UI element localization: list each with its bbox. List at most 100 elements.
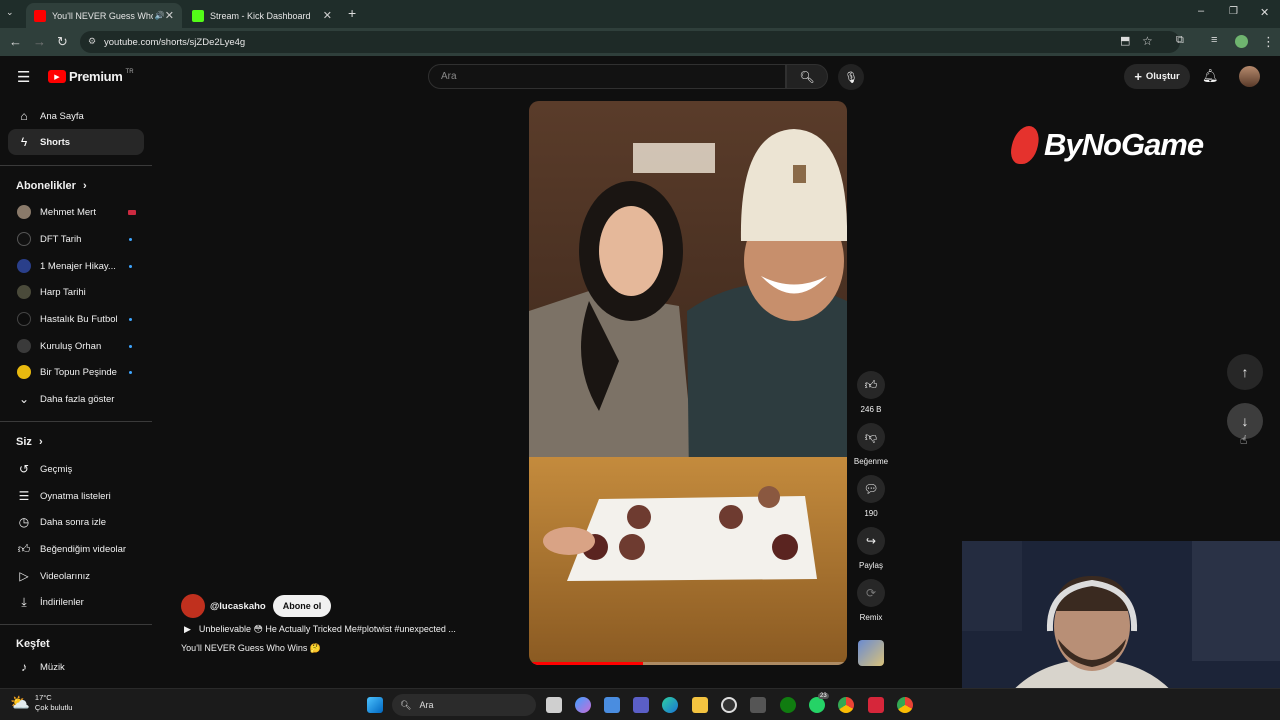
sidebar-item-watch-later[interactable]: ◷ Daha sonra izle (8, 509, 144, 535)
weather-desc: Çok bulutlu (34, 703, 73, 712)
file-explorer-icon[interactable] (692, 697, 708, 713)
short-video-player[interactable] (529, 101, 847, 665)
logo-text: Premium (69, 69, 123, 84)
youtube-logo[interactable]: ▶ Premium TR (48, 69, 134, 84)
hamburger-menu-icon[interactable]: ☰ (17, 68, 30, 86)
minimize-icon[interactable]: – (1198, 5, 1204, 17)
sidebar-item-home[interactable]: ⌂ Ana Sayfa (8, 103, 144, 129)
divider (0, 624, 152, 625)
install-icon[interactable]: ⬒ (1120, 34, 1130, 47)
search-button[interactable]: 🔍︎ (786, 64, 828, 89)
chrome-icon[interactable] (838, 697, 854, 713)
back-icon[interactable]: ← (9, 34, 22, 49)
new-content-dot (129, 264, 132, 268)
bookmark-star-icon[interactable]: ☆ (1142, 34, 1153, 48)
tab-close-icon[interactable]: ✕ (165, 9, 174, 22)
dislike-button[interactable]: 👎︎ (857, 423, 885, 451)
widgets-icon[interactable] (604, 697, 620, 713)
comments-button[interactable]: 💬︎ (857, 475, 885, 503)
app-icon[interactable] (750, 697, 766, 713)
create-label: Oluştur (1145, 71, 1180, 82)
media-control-icon[interactable]: ≡ (1211, 34, 1217, 46)
thumbs-up-icon: 👍︎ (864, 377, 878, 392)
sidebar-item-label: DFT Tarih (40, 233, 82, 245)
forward-icon[interactable]: → (33, 34, 46, 49)
like-button[interactable]: 👍︎ (857, 371, 885, 399)
search-input[interactable]: Ara (428, 64, 786, 89)
channel-handle[interactable]: @lucaskaho (210, 601, 266, 612)
sidebar-item-music[interactable]: ♪ Müzik (8, 654, 144, 680)
sidebar-item-subscription[interactable]: DFT Tarih (8, 226, 144, 252)
sidebar-item-subscription[interactable]: Bir Topun Peşinde (8, 359, 144, 385)
extensions-icon[interactable]: ⧉ (1176, 34, 1184, 47)
new-tab-icon[interactable]: + (348, 5, 356, 21)
edge-icon[interactable] (662, 697, 678, 713)
tab-list-chevron-icon[interactable]: ⌄ (6, 7, 14, 18)
reload-icon[interactable]: ↻ (57, 34, 68, 50)
create-button[interactable]: + Oluştur (1124, 64, 1190, 89)
voice-search-button[interactable]: 🎙︎ (838, 64, 864, 90)
channel-avatar (17, 365, 31, 379)
chrome-active-icon[interactable] (897, 697, 913, 713)
show-more-button[interactable]: ⌄ Daha fazla göster (8, 386, 144, 412)
sidebar-item-playlists[interactable]: ☰ Oynatma listeleri (8, 483, 144, 509)
tab-youtube[interactable]: You'll NEVER Guess Who W 🔊 ✕ (26, 3, 182, 28)
sidebar-item-subscription[interactable]: 1 Menajer Hikay... (8, 253, 144, 279)
show-more-label: Daha fazla göster (40, 393, 115, 405)
sidebar-item-subscription[interactable]: Harp Tarihi (8, 279, 144, 305)
account-avatar[interactable] (1239, 66, 1260, 87)
share-button[interactable]: ↪ (857, 527, 885, 555)
you-heading[interactable]: Siz › (16, 436, 43, 448)
notifications-bell-icon[interactable]: 🔔︎ (1202, 68, 1219, 84)
subscriptions-title: Abonelikler (16, 180, 76, 192)
cloud-icon: ⛅ (10, 695, 30, 712)
dislike-label: Beğenme (853, 457, 889, 466)
sidebar-item-liked[interactable]: 👍︎ Beğendiğim videolar (8, 536, 144, 562)
obs-icon[interactable] (721, 697, 737, 713)
xbox-icon[interactable] (780, 697, 796, 713)
browser-menu-icon[interactable]: ⋮ (1262, 34, 1275, 50)
sidebar-item-label: Müzik (40, 661, 65, 673)
channel-avatar[interactable] (181, 594, 205, 618)
search-icon: 🔍︎ (799, 69, 815, 84)
task-view-icon[interactable] (546, 697, 562, 713)
sidebar-item-subscription[interactable]: Hastalık Bu Futbol (8, 306, 144, 332)
window-close-icon[interactable]: ✕ (1260, 6, 1269, 19)
previous-short-button[interactable]: ↑ (1227, 354, 1263, 390)
browser-toolbar: ← → ↻ ⚙ youtube.com/shorts/sjZDe2Lye4g ⬒… (0, 28, 1280, 56)
video-progress-track[interactable] (529, 662, 847, 665)
teams-icon[interactable] (633, 697, 649, 713)
video-caption[interactable]: ▶ Unbelievable 😳 He Actually Tricked Me#… (181, 624, 456, 635)
explore-title: Keşfet (16, 638, 50, 650)
youtube-favicon-icon (34, 9, 46, 22)
taskbar-search[interactable]: 🔍︎ Ara (392, 694, 536, 716)
subscriptions-heading[interactable]: Abonelikler › (16, 180, 87, 192)
subscribe-button[interactable]: Abone ol (272, 595, 332, 617)
comment-count: 190 (864, 509, 878, 518)
restore-icon[interactable]: ❐ (1229, 6, 1238, 17)
profile-avatar-icon[interactable] (1235, 35, 1248, 48)
channel-avatar (17, 285, 31, 299)
tab-kick[interactable]: Stream - Kick Dashboard ✕ (184, 3, 340, 28)
copilot-icon[interactable] (575, 697, 591, 713)
tab-close-icon[interactable]: ✕ (323, 9, 332, 22)
video-title[interactable]: You'll NEVER Guess Who Wins 🤔 (181, 643, 321, 654)
app-red-icon[interactable] (868, 697, 884, 713)
remix-button[interactable]: ⟳ (857, 579, 885, 607)
sidebar-item-your-videos[interactable]: ▷ Videolarınız (8, 563, 144, 589)
chevron-down-icon: ⌄ (18, 392, 30, 406)
windows-start-icon[interactable] (367, 697, 383, 713)
chevron-right-icon: › (38, 436, 43, 448)
sidebar-item-subscription[interactable]: Kuruluş Orhan (8, 333, 144, 359)
address-bar[interactable]: ⚙ youtube.com/shorts/sjZDe2Lye4g (80, 31, 1180, 53)
sound-thumbnail[interactable] (858, 640, 884, 666)
sidebar-item-shorts[interactable]: ϟ Shorts (8, 129, 144, 155)
sidebar-item-label: Geçmiş (40, 463, 73, 475)
chevron-right-icon: › (82, 180, 87, 192)
sidebar-item-history[interactable]: ↺ Geçmiş (8, 456, 144, 482)
weather-widget[interactable]: ⛅ 17°C Çok bulutlu (10, 693, 72, 713)
sidebar-item-downloads[interactable]: ⤓ İndirilenler (8, 589, 144, 615)
whatsapp-icon[interactable] (809, 697, 825, 713)
site-info-icon[interactable]: ⚙ (88, 36, 96, 47)
sidebar-item-subscription[interactable]: Mehmet Mert (8, 199, 144, 225)
